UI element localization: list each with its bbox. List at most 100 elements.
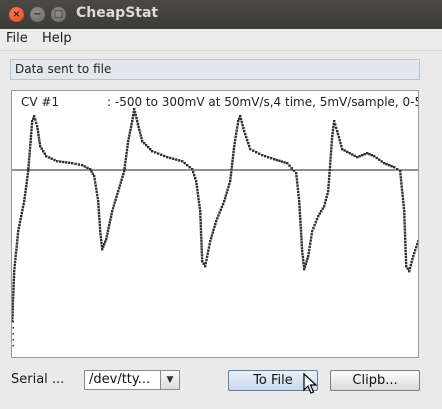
trace-point <box>47 156 51 159</box>
trace-point <box>328 168 331 171</box>
trace-point <box>95 187 98 190</box>
trace-point <box>404 237 407 240</box>
trace-point <box>30 122 34 126</box>
trace-point <box>17 227 20 230</box>
trace-point <box>242 127 245 130</box>
trace-point <box>33 115 36 118</box>
trace-point <box>175 158 178 161</box>
title-bar[interactable]: × − □ CheapStat <box>0 0 442 29</box>
trace-point <box>90 170 93 173</box>
cv-plot-canvas <box>12 108 418 347</box>
trace-point <box>199 230 203 233</box>
minimize-icon[interactable]: − <box>30 7 45 22</box>
trace-point <box>98 224 101 227</box>
trace-point <box>12 305 14 308</box>
trace-point <box>37 133 40 136</box>
trace-point <box>123 167 126 170</box>
trace-point <box>335 126 338 130</box>
trace-point <box>413 252 416 255</box>
trace-point <box>124 161 127 164</box>
trace-point <box>243 130 246 133</box>
serial-port-select[interactable]: /dev/tty... ▼ <box>84 370 180 390</box>
trace-point <box>199 212 202 216</box>
trace-point <box>329 150 333 153</box>
trace-point <box>212 228 215 231</box>
trace-point <box>103 243 106 246</box>
trace-point <box>327 183 330 187</box>
trace-point <box>231 156 235 160</box>
cv-plot: CV #1 : -500 to 300mV at 50mV/s,4 time, … <box>11 90 419 358</box>
trace-point <box>200 248 203 251</box>
trace-point <box>330 141 333 144</box>
trace-point <box>313 224 316 227</box>
trace-point <box>401 197 405 201</box>
trace-point <box>29 140 32 143</box>
trace-point <box>255 151 258 154</box>
trace-point <box>200 236 203 239</box>
trace-point <box>125 149 129 152</box>
trace-point <box>236 126 239 129</box>
trace-point <box>328 165 332 168</box>
trace-point <box>27 158 31 161</box>
trace-point <box>404 252 407 256</box>
trace-point <box>232 150 235 154</box>
trace-point <box>295 178 299 181</box>
trace-point <box>200 257 204 260</box>
trace-point <box>111 207 115 210</box>
trace-point <box>385 163 388 166</box>
trace-point <box>36 125 39 128</box>
trace-point <box>308 248 311 252</box>
trace-point <box>97 212 101 215</box>
trace-point <box>140 137 143 140</box>
chevron-down-icon[interactable]: ▼ <box>160 371 179 389</box>
trace-point <box>109 218 112 221</box>
trace-point <box>297 190 300 194</box>
trace-point <box>414 249 417 252</box>
trace-point <box>235 132 238 135</box>
trace-point <box>29 143 32 146</box>
menu-help[interactable]: Help <box>42 31 72 46</box>
trace-point <box>194 177 197 180</box>
trace-point <box>230 171 233 174</box>
trace-point <box>199 224 202 228</box>
close-icon[interactable]: × <box>9 7 24 22</box>
trace-point <box>299 223 302 226</box>
clipboard-button[interactable]: Clipb... <box>330 370 420 391</box>
trace-point <box>108 224 111 227</box>
trace-point <box>12 333 14 335</box>
trace-point <box>43 152 46 155</box>
trace-point <box>237 120 240 123</box>
trace-point <box>28 155 31 158</box>
trace-point <box>318 212 321 215</box>
menu-file[interactable]: File <box>6 31 28 46</box>
trace-point <box>12 278 15 282</box>
trace-point <box>12 309 14 311</box>
trace-point <box>94 181 97 184</box>
trace-point <box>234 138 237 142</box>
trace-point <box>309 239 312 242</box>
trace-point <box>97 200 100 203</box>
trace-point <box>331 135 334 138</box>
trace-point <box>133 111 137 114</box>
trace-point <box>400 185 403 188</box>
maximize-icon[interactable]: □ <box>51 7 66 22</box>
trace-point <box>38 139 41 142</box>
trace-point <box>245 136 248 139</box>
status-field: Data sent to file <box>10 59 420 80</box>
trace-point <box>403 231 407 234</box>
trace-point <box>199 218 202 222</box>
trace-point <box>400 182 403 185</box>
trace-point <box>217 214 220 217</box>
trace-point <box>332 126 335 129</box>
trace-point <box>205 258 208 262</box>
trace-point <box>130 122 133 126</box>
trace-point <box>403 225 406 228</box>
trace-point <box>329 156 332 159</box>
trace-point <box>97 203 100 206</box>
trace-point <box>393 166 396 169</box>
trace-point <box>16 236 19 239</box>
trace-point <box>12 299 15 302</box>
trace-point <box>99 236 103 239</box>
trace-point <box>83 165 87 168</box>
trace-point <box>134 114 137 117</box>
